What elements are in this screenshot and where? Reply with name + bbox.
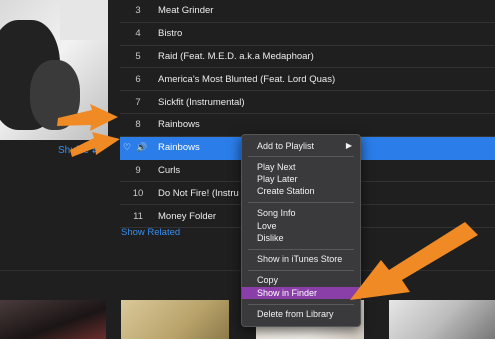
menu-item-create-station[interactable]: Create Station bbox=[242, 185, 360, 197]
table-row[interactable]: 6 America's Most Blunted (Feat. Lord Qua… bbox=[120, 68, 495, 92]
shuffle-label: Shuffle bbox=[58, 145, 89, 156]
track-title: Do Not Fire! (Instru bbox=[158, 187, 239, 199]
context-menu: Add to Playlist ▶ Play Next Play Later C… bbox=[241, 134, 361, 327]
menu-item-love[interactable]: Love bbox=[242, 220, 360, 232]
menu-separator bbox=[248, 202, 354, 203]
submenu-arrow-icon: ▶ bbox=[345, 141, 352, 150]
track-title: America's Most Blunted (Feat. Lord Quas) bbox=[158, 73, 336, 85]
show-related-link[interactable]: Show Related bbox=[121, 227, 180, 238]
shuffle-icon: ⇄ bbox=[91, 145, 100, 155]
table-row[interactable]: 7 Sickfit (Instrumental) bbox=[120, 91, 495, 114]
album-art-shape bbox=[60, 0, 108, 40]
table-row[interactable]: 5 Raid (Feat. M.E.D. a.k.a Medaphoar) bbox=[120, 46, 495, 69]
track-title: Sickfit (Instrumental) bbox=[158, 96, 245, 108]
menu-item-song-info[interactable]: Song Info bbox=[242, 207, 360, 219]
menu-item-copy[interactable]: Copy bbox=[242, 274, 360, 286]
album-tile[interactable] bbox=[121, 300, 229, 339]
menu-separator bbox=[248, 270, 354, 271]
track-title: Raid (Feat. M.E.D. a.k.a Medaphoar) bbox=[158, 50, 314, 62]
menu-item-dislike[interactable]: Dislike bbox=[242, 232, 360, 244]
track-number: 8 bbox=[135, 119, 141, 131]
track-number: 10 bbox=[132, 187, 144, 199]
track-number: 7 bbox=[135, 96, 141, 108]
menu-item-add-to-playlist[interactable]: Add to Playlist ▶ bbox=[242, 140, 360, 152]
table-row[interactable]: 4 Bistro bbox=[120, 23, 495, 46]
table-row[interactable]: 3 Meat Grinder bbox=[120, 0, 495, 23]
track-number: 9 bbox=[135, 164, 141, 176]
track-number: 5 bbox=[135, 50, 141, 62]
track-title: Rainbows bbox=[158, 119, 200, 131]
menu-separator bbox=[248, 304, 354, 305]
track-title: Bistro bbox=[158, 28, 183, 40]
album-tile[interactable] bbox=[0, 300, 106, 339]
track-number: 6 bbox=[135, 73, 141, 85]
menu-item-play-next[interactable]: Play Next bbox=[242, 161, 360, 173]
menu-item-delete-from-library[interactable]: Delete from Library bbox=[242, 308, 360, 320]
speaker-icon: 🔊 bbox=[136, 142, 148, 153]
track-title: Rainbows bbox=[158, 142, 200, 154]
album-artwork[interactable] bbox=[0, 0, 108, 140]
shuffle-button[interactable]: Shuffle ⇄ bbox=[58, 145, 100, 156]
track-title: Meat Grinder bbox=[158, 5, 214, 17]
menu-item-play-later[interactable]: Play Later bbox=[242, 173, 360, 185]
album-tile[interactable] bbox=[389, 300, 495, 339]
track-number: 4 bbox=[135, 28, 141, 40]
menu-separator bbox=[248, 156, 354, 157]
menu-separator bbox=[248, 249, 354, 250]
menu-item-show-in-itunes-store[interactable]: Show in iTunes Store bbox=[242, 253, 360, 265]
track-title: Money Folder bbox=[158, 210, 217, 222]
menu-item-show-in-finder[interactable]: Show in Finder bbox=[242, 287, 360, 299]
menu-item-label: Add to Playlist bbox=[257, 141, 315, 151]
track-title: Curls bbox=[158, 164, 181, 176]
track-number: 3 bbox=[135, 5, 141, 17]
track-number: 11 bbox=[133, 210, 143, 222]
heart-icon[interactable]: ♡ bbox=[123, 142, 131, 153]
album-art-shape bbox=[30, 60, 80, 130]
annotation-arrow bbox=[350, 222, 478, 300]
